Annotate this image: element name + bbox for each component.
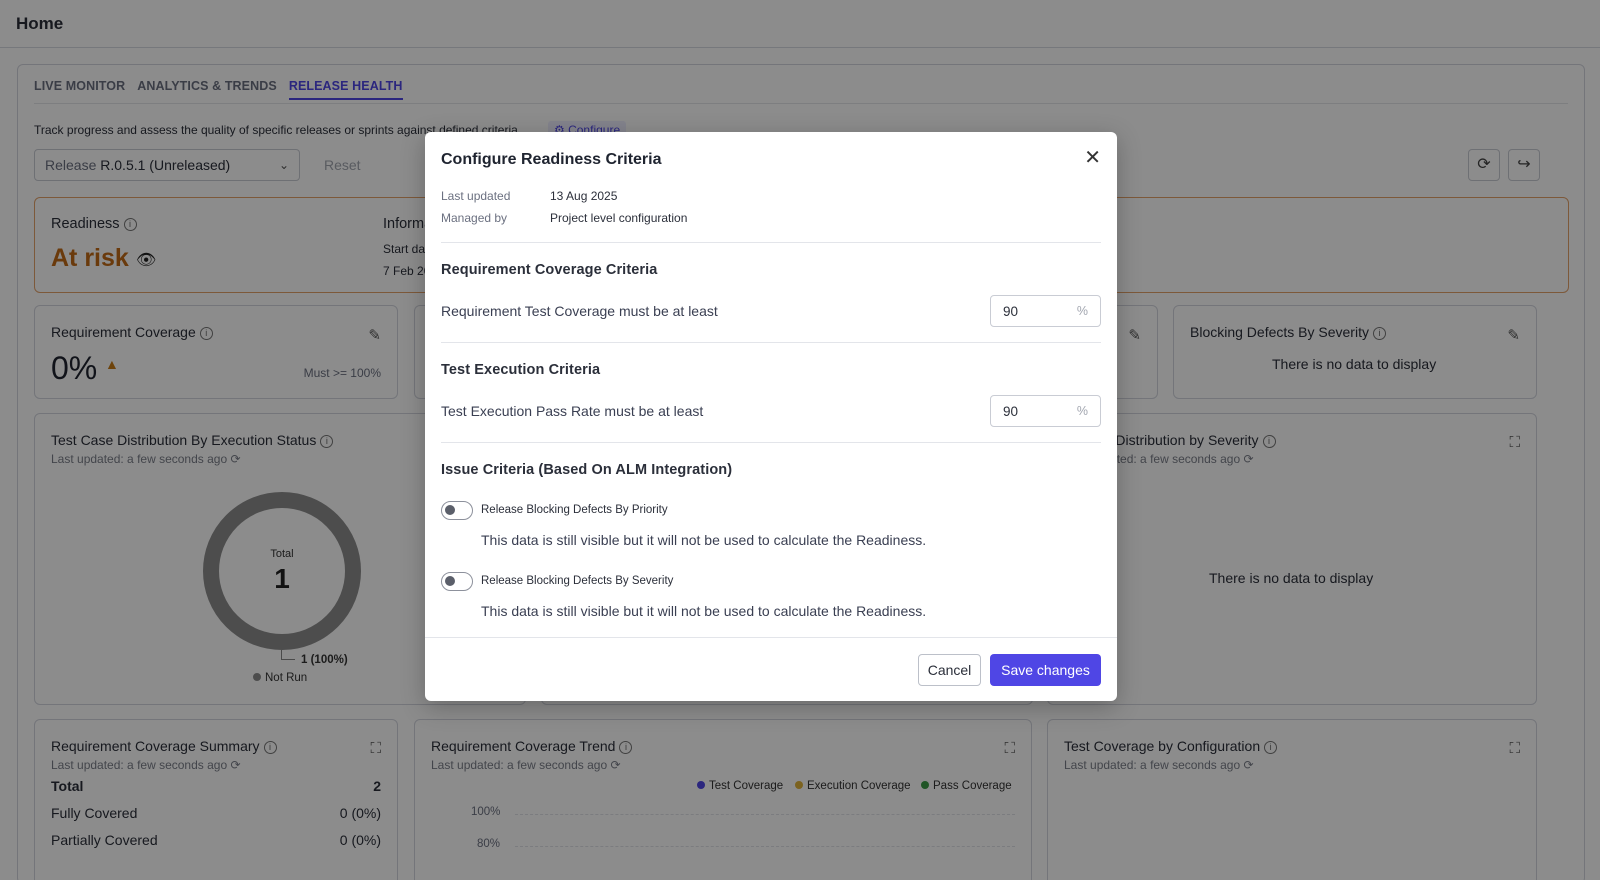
managed-by-value: Project level configuration xyxy=(550,211,688,225)
severity-toggle[interactable] xyxy=(441,572,473,591)
requirement-coverage-value: 90 xyxy=(1003,304,1019,319)
requirement-coverage-criteria-label: Requirement Test Coverage must be at lea… xyxy=(441,303,718,319)
test-execution-criteria-label: Test Execution Pass Rate must be at leas… xyxy=(441,403,704,419)
priority-toggle-description: This data is still visible but it will n… xyxy=(481,532,927,548)
cancel-button[interactable]: Cancel xyxy=(918,654,981,686)
requirement-coverage-input[interactable]: 90 % xyxy=(990,295,1101,327)
test-execution-value: 90 xyxy=(1003,404,1019,419)
divider xyxy=(441,442,1101,443)
priority-toggle-label: Release Blocking Defects By Priority xyxy=(481,504,668,516)
divider xyxy=(441,242,1101,243)
test-execution-input[interactable]: 90 % xyxy=(990,395,1101,427)
toggle-knob xyxy=(445,505,455,515)
dialog-title: Configure Readiness Criteria xyxy=(441,151,662,168)
save-changes-button[interactable]: Save changes xyxy=(990,654,1101,686)
test-execution-section-title: Test Execution Criteria xyxy=(441,362,601,378)
last-updated-label: Last updated xyxy=(441,189,511,203)
severity-toggle-label: Release Blocking Defects By Severity xyxy=(481,575,674,587)
last-updated-value: 13 Aug 2025 xyxy=(550,189,618,203)
dialog-footer-divider xyxy=(425,637,1117,638)
close-icon[interactable]: ✕ xyxy=(1084,148,1101,168)
divider xyxy=(441,342,1101,343)
percent-unit: % xyxy=(1076,404,1088,418)
percent-unit: % xyxy=(1076,304,1088,318)
requirement-coverage-section-title: Requirement Coverage Criteria xyxy=(441,262,658,278)
priority-toggle[interactable] xyxy=(441,501,473,520)
managed-by-label: Managed by xyxy=(441,211,508,225)
configure-readiness-dialog: Configure Readiness Criteria ✕ Last upda… xyxy=(425,132,1117,701)
severity-toggle-description: This data is still visible but it will n… xyxy=(481,603,927,619)
toggle-knob xyxy=(445,576,455,586)
issue-criteria-section-title: Issue Criteria (Based On ALM Integration… xyxy=(441,462,733,478)
